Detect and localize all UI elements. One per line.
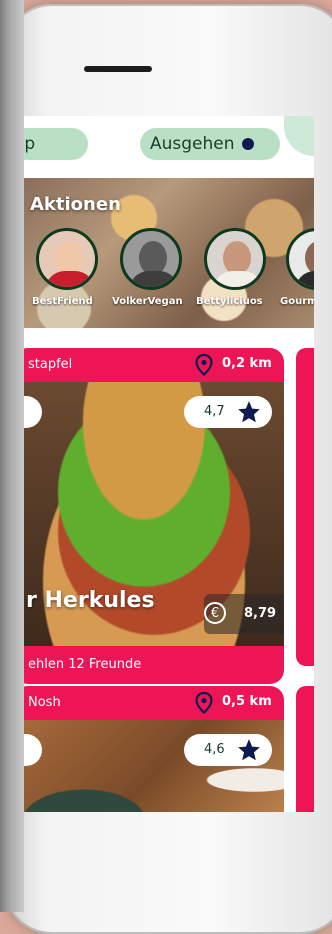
avatar-bestfriend[interactable] [36, 228, 98, 290]
active-indicator-dot [241, 138, 254, 150]
restaurant-card[interactable]: stapfel 0,2 km 4,7 r Herkules € 8,79 ehl… [24, 348, 284, 684]
price-value: 8,79 [244, 606, 277, 621]
recommendation-text: ehlen 12 Freunde [28, 657, 142, 672]
face-shape [305, 241, 314, 275]
favorite-toggle-button[interactable] [24, 396, 42, 428]
avatar-gourm[interactable] [286, 228, 314, 290]
restaurant-card[interactable]: Nosh 0,5 km 4,6 [24, 686, 284, 812]
app-screen: ap Ausgehen Aktionen BestFriend VolkerVe… [24, 116, 314, 812]
location-pin-icon [194, 353, 214, 380]
go-out-tab-label: Ausgehen [150, 134, 235, 154]
promotions-title: Aktionen [30, 194, 121, 215]
body-shape [213, 271, 263, 287]
body-shape [45, 271, 95, 287]
food-photo: 4,6 [24, 720, 284, 812]
promotions-banner: Aktionen BestFriend VolkerVegan Bettylic… [24, 178, 314, 328]
avatar-name: Bettyliciuos [196, 296, 263, 307]
rating-value: 4,6 [204, 742, 225, 757]
burger-photo: 4,7 r Herkules € 8,79 [24, 382, 284, 646]
euro-icon: € [204, 602, 226, 624]
phone-frame: ap Ausgehen Aktionen BestFriend VolkerVe… [4, 4, 332, 934]
card-header: stapfel 0,2 km [24, 348, 284, 382]
phone-left-edge [0, 0, 24, 912]
phone-speaker [84, 66, 152, 72]
body-shape [129, 271, 179, 287]
face-shape [139, 241, 167, 275]
restaurant-name: stapfel [28, 357, 73, 372]
next-card-peek[interactable] [296, 686, 314, 812]
favorite-toggle-button[interactable] [24, 734, 42, 766]
location-pin-icon [194, 691, 214, 718]
rating-value: 4,7 [204, 404, 225, 419]
avatar-bettyliciuos[interactable] [204, 228, 266, 290]
header-corner-decoration [284, 116, 314, 156]
avatar-name: VolkerVegan [112, 296, 183, 307]
avatar-volkervegan[interactable] [120, 228, 182, 290]
map-tab-label: ap [24, 134, 36, 154]
go-out-tab-button[interactable]: Ausgehen [140, 128, 280, 160]
star-icon [236, 399, 262, 429]
distance-label: 0,5 km [222, 694, 272, 709]
restaurant-name: Nosh [28, 695, 61, 710]
star-icon [236, 737, 262, 767]
rating-badge: 4,6 [184, 734, 272, 766]
face-shape [55, 241, 83, 275]
avatar-name: Gourm [280, 296, 314, 307]
face-shape [223, 241, 251, 275]
next-card-peek[interactable] [296, 348, 314, 666]
body-shape [295, 271, 314, 287]
price-overlay: € 8,79 [204, 594, 284, 634]
avatar-name: BestFriend [32, 296, 93, 307]
recommendation-bar[interactable]: ehlen 12 Freunde [24, 646, 284, 684]
distance-label: 0,2 km [222, 356, 272, 371]
dish-name: r Herkules [26, 588, 155, 613]
card-header: Nosh 0,5 km [24, 686, 284, 720]
map-tab-button[interactable]: ap [24, 128, 88, 160]
rating-badge: 4,7 [184, 396, 272, 428]
